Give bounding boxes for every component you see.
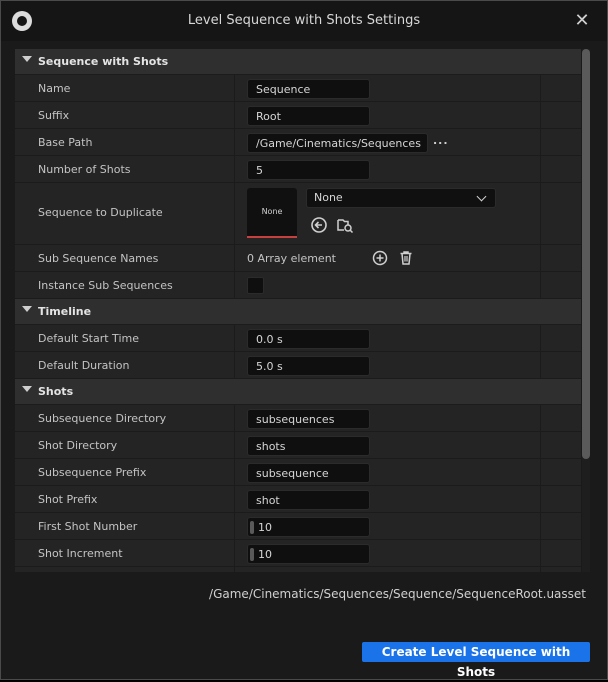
row-default-start-time: Default Start Time 0.0 s — [15, 325, 581, 352]
section-header-shots[interactable]: Shots — [15, 379, 581, 405]
browse-folder-icon[interactable] — [336, 216, 354, 234]
row-shot-directory: Shot Directory shots — [15, 432, 581, 459]
row-subsequence-directory: Subsequence Directory subsequences — [15, 405, 581, 432]
property-label: Default Duration — [38, 359, 130, 372]
number-of-shots-field[interactable]: 5 — [247, 160, 370, 180]
row-sequence-to-duplicate: Sequence to Duplicate None None — [15, 183, 581, 245]
property-label: Sequence to Duplicate — [38, 206, 163, 219]
row-first-shot-number: First Shot Number 10 — [15, 513, 581, 540]
base-path-field[interactable]: /Game/Cinematics/Sequences — [247, 133, 428, 153]
thumbnail-underline — [247, 236, 297, 238]
shot-prefix-field[interactable]: shot — [247, 490, 370, 510]
default-start-time-field[interactable]: 0.0 s — [247, 329, 370, 349]
spinbox-value: 10 — [258, 548, 272, 561]
row-name: Name Sequence — [15, 75, 581, 102]
ellipsis-icon[interactable]: ... — [433, 134, 449, 147]
row-default-duration: Default Duration 5.0 s — [15, 352, 581, 379]
row-number-of-shots: Number of Shots 5 — [15, 156, 581, 183]
property-label: Sub Sequence Names — [38, 252, 159, 265]
trash-icon[interactable] — [397, 249, 415, 267]
row-subsequence-prefix: Subsequence Prefix subsequence — [15, 459, 581, 486]
subsequence-prefix-field[interactable]: subsequence — [247, 463, 370, 483]
shot-increment-spinbox[interactable]: 10 — [247, 544, 370, 564]
expand-arrow-icon — [22, 306, 32, 312]
property-label: Subsequence Prefix — [38, 466, 147, 479]
property-label: Default Start Time — [38, 332, 139, 345]
property-label: Base Path — [38, 136, 93, 149]
row-instance-sub-sequences: Instance Sub Sequences — [15, 272, 581, 299]
row-partial — [15, 567, 581, 572]
section-title: Sequence with Shots — [38, 55, 169, 68]
property-label: Shot Prefix — [38, 493, 98, 506]
suffix-field[interactable]: Root — [247, 106, 370, 126]
property-label: Name — [38, 82, 71, 95]
property-label: Shot Directory — [38, 439, 118, 452]
window-title: Level Sequence with Shots Settings — [187, 13, 421, 28]
property-label: Number of Shots — [38, 163, 131, 176]
array-count: 0 Array element — [247, 252, 336, 265]
spinbox-grip[interactable] — [250, 548, 254, 561]
section-header-sequence-with-shots[interactable]: Sequence with Shots — [15, 49, 581, 75]
asset-thumbnail[interactable]: None — [247, 188, 297, 238]
property-label: Shot Increment — [38, 547, 123, 560]
section-title: Timeline — [38, 305, 92, 318]
spinbox-value: 10 — [258, 521, 272, 534]
section-header-timeline[interactable]: Timeline — [15, 299, 581, 325]
plus-circle-icon[interactable] — [371, 249, 389, 267]
row-suffix: Suffix Root — [15, 102, 581, 129]
create-level-sequence-button[interactable]: Create Level Sequence with Shots — [362, 642, 590, 679]
expand-arrow-icon — [22, 56, 32, 62]
property-label: Subsequence Directory — [38, 412, 167, 425]
default-duration-field[interactable]: 5.0 s — [247, 356, 370, 376]
property-label: Instance Sub Sequences — [38, 279, 173, 292]
close-icon[interactable]: ✕ — [571, 10, 593, 32]
thumbnail-label: None — [261, 207, 283, 216]
row-shot-increment: Shot Increment 10 — [15, 540, 581, 567]
row-shot-prefix: Shot Prefix shot — [15, 486, 581, 513]
spinbox-grip[interactable] — [250, 521, 254, 534]
use-selected-arrow-icon[interactable] — [310, 216, 328, 234]
section-title: Shots — [38, 385, 74, 398]
property-label: First Shot Number — [38, 520, 138, 533]
combo-value: None — [314, 191, 343, 204]
asset-path: /Game/Cinematics/Sequences/Sequence/Sequ… — [209, 587, 586, 601]
property-label: Suffix — [38, 109, 70, 122]
first-shot-number-spinbox[interactable]: 10 — [247, 517, 370, 537]
shot-directory-field[interactable]: shots — [247, 436, 370, 456]
instance-sub-sequences-checkbox[interactable] — [247, 277, 264, 294]
name-field[interactable]: Sequence — [247, 79, 370, 99]
scrollbar-thumb[interactable] — [582, 49, 590, 459]
asset-picker-combo[interactable]: None — [306, 188, 496, 208]
chevron-down-icon — [476, 191, 487, 202]
details-panel: Sequence with Shots Name Sequence Suffix… — [15, 49, 581, 572]
row-base-path: Base Path /Game/Cinematics/Sequences ... — [15, 129, 581, 156]
subsequence-directory-field[interactable]: subsequences — [247, 409, 370, 429]
row-sub-sequence-names: Sub Sequence Names 0 Array element — [15, 245, 581, 272]
expand-arrow-icon — [22, 386, 32, 392]
title-bar: Level Sequence with Shots Settings ✕ — [1, 1, 607, 41]
